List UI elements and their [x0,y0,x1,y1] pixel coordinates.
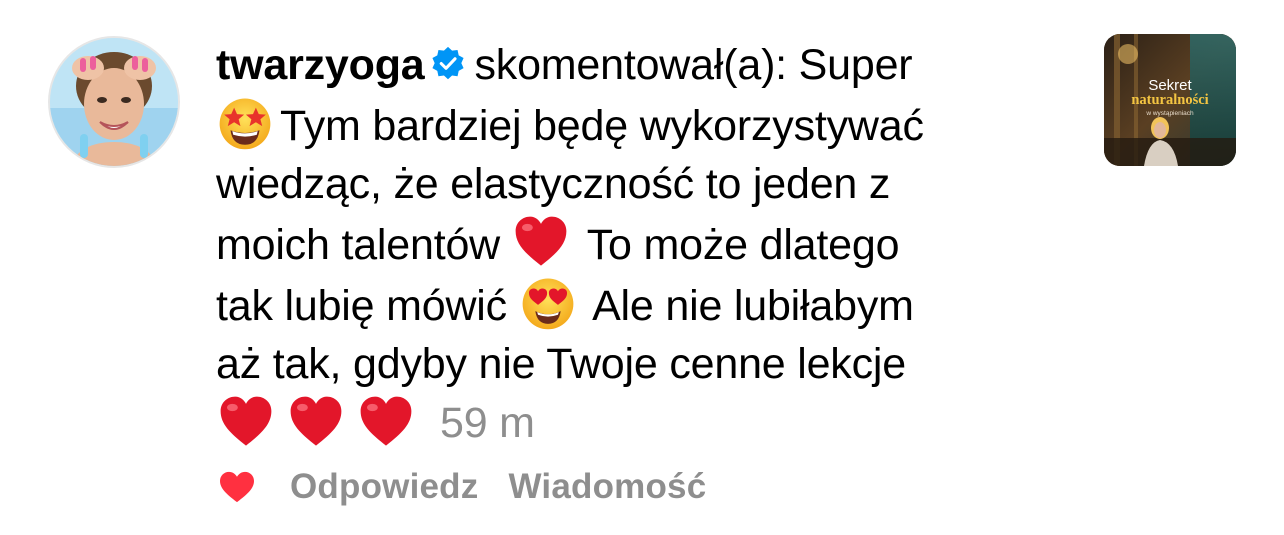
post-thumbnail[interactable]: Sekret naturalności w wystąpieniach [1104,34,1236,166]
red-heart-emoji-icon [515,216,567,266]
red-heart-emoji-icon [360,396,412,446]
post-title-sub: w wystąpieniach [1146,110,1194,117]
star-struck-emoji-icon [219,98,271,150]
message-button[interactable]: Wiadomość [508,467,706,507]
heart-eyes-emoji-icon [522,278,574,330]
action-text: skomentował(a): Super [474,41,913,89]
comment-line-3: wiedząc, że elastyczność to jeden z [216,155,1046,213]
comment-actions: Odpowiedz Wiadomość [216,462,736,512]
avatar-photo [50,38,178,166]
post-title-main: naturalności [1131,92,1209,108]
comment-text-line-3: wiedząc, że elastyczność to jeden z [216,160,891,208]
comment-line-5: tak lubię mówić Ale nie lubiłabym [216,274,1046,335]
like-heart-icon[interactable] [218,470,256,504]
comment-line-2: Tym bardziej będę wykorzystywać [216,94,1046,155]
comment-text-line-5a: tak lubię mówić [216,282,507,330]
comment-text-line-2: Tym bardziej będę wykorzystywać [280,102,924,150]
comment-text-line-4b: To może dlatego [586,221,900,269]
comment-text-line-5b: Ale nie lubiłabym [592,282,914,330]
comment-text-line-4a: moich talentów [216,221,501,269]
reply-button[interactable]: Odpowiedz [290,467,478,507]
post-title-top: Sekret [1148,77,1192,94]
comment-text-line-6: aż tak, gdyby nie Twoje cenne lekcje [216,340,906,388]
comment-line-6: aż tak, gdyby nie Twoje cenne lekcje [216,335,1046,393]
comment-line-4: moich talentów To może dlatego [216,213,1046,274]
red-heart-emoji-icon [220,396,272,446]
red-heart-emoji-icon [290,396,342,446]
comment-line-1: twarzyoga skomentował(a): Super [216,36,1046,94]
comment-notification[interactable]: twarzyoga skomentował(a): Super Tym bard… [0,0,1284,535]
username-link[interactable]: twarzyoga [216,41,425,89]
comment-body: twarzyoga skomentował(a): Super Tym bard… [216,36,1046,452]
user-avatar[interactable] [48,36,180,168]
verified-badge-icon [432,46,465,80]
comment-line-7: 59 m [216,393,1046,452]
timestamp: 59 m [440,399,535,447]
